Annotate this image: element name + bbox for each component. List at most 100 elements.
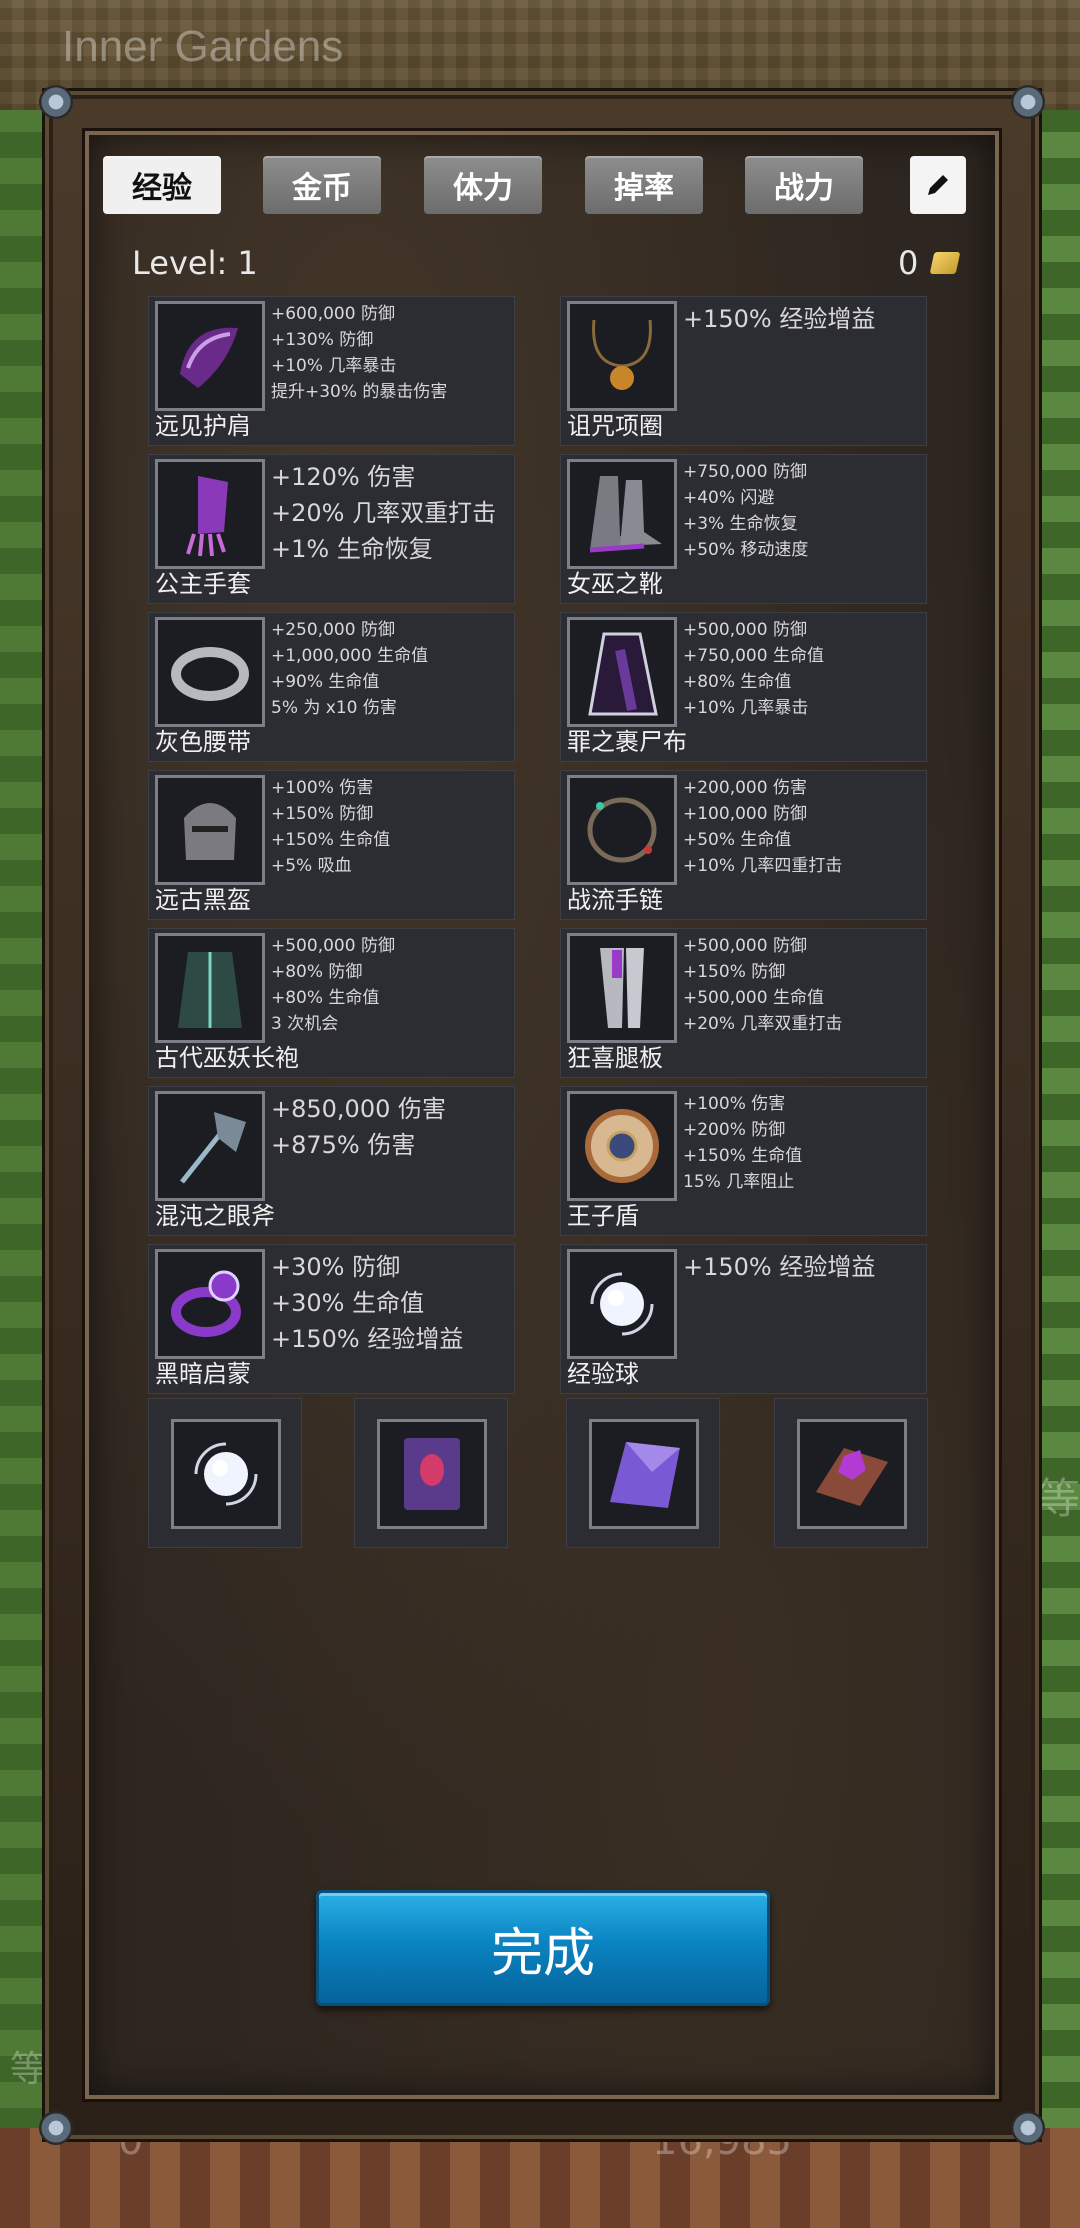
pencil-icon bbox=[928, 175, 948, 195]
lich-robe-icon bbox=[178, 952, 242, 1028]
round-shield-icon bbox=[585, 1109, 659, 1183]
stat-line: +20% 几率双重打击 bbox=[271, 499, 497, 527]
stat-line: +40% 闪避 bbox=[683, 488, 775, 508]
item-stats: +850,000 伤害 +875% 伤害 bbox=[271, 1091, 510, 1163]
purple-ring-icon bbox=[171, 1270, 241, 1337]
stat-line: +5% 吸血 bbox=[271, 856, 352, 876]
stat-line: +100% 伤害 bbox=[683, 1094, 786, 1114]
frame-corner-ornament bbox=[39, 2111, 73, 2145]
item-card[interactable]: 诅咒项圈 +150% 经验增益 bbox=[560, 296, 927, 446]
stat-line: +150% 生命值 bbox=[683, 1146, 803, 1166]
stat-line: +750,000 防御 bbox=[683, 462, 807, 482]
stat-line: +500,000 防御 bbox=[683, 620, 807, 640]
coin-count: 0 bbox=[898, 244, 919, 282]
tab-stamina[interactable]: 体力 bbox=[424, 156, 542, 214]
stat-line: 3 次机会 bbox=[271, 1014, 339, 1034]
inventory-slot[interactable] bbox=[566, 1398, 720, 1548]
item-stats: +100% 伤害 +150% 防御 +150% 生命值 +5% 吸血 bbox=[271, 775, 510, 879]
item-name: 王子盾 bbox=[567, 1202, 639, 1230]
item-stats: +750,000 防御 +40% 闪避 +3% 生命恢复 +50% 移动速度 bbox=[683, 459, 922, 563]
stat-line: +10% 几率暴击 bbox=[683, 698, 809, 718]
stat-line: +150% 经验增益 bbox=[683, 305, 876, 333]
item-stats: +250,000 防御 +1,000,000 生命值 +90% 生命值 5% 为 x1… bbox=[271, 617, 510, 721]
stat-line: +120% 伤害 bbox=[271, 463, 416, 491]
edit-button[interactable] bbox=[910, 156, 966, 214]
stat-line: +80% 生命值 bbox=[683, 672, 792, 692]
item-card[interactable]: 远古黑盔 +100% 伤害 +150% 防御 +150% 生命值 +5% 吸血 bbox=[148, 770, 515, 920]
item-name: 狂喜腿板 bbox=[567, 1044, 663, 1072]
item-name: 战流手链 bbox=[567, 886, 663, 914]
stat-line: +20% 几率双重打击 bbox=[683, 1014, 843, 1034]
stat-line: 5% 为 x10 伤害 bbox=[271, 698, 397, 718]
item-card[interactable]: 王子盾 +100% 伤害 +200% 防御 +150% 生命值 15% 几率阻止 bbox=[560, 1086, 927, 1236]
stat-line: +10% 几率暴击 bbox=[271, 356, 397, 376]
item-stats: +500,000 防御 +80% 防御 +80% 生命值 3 次机会 bbox=[271, 933, 510, 1037]
grey-belt-icon bbox=[171, 647, 249, 701]
stat-line: +875% 伤害 bbox=[271, 1131, 416, 1159]
area-title: Inner Gardens bbox=[62, 22, 344, 71]
coin-icon bbox=[929, 252, 961, 274]
item-card[interactable]: 混沌之眼斧 +850,000 伤害 +875% 伤害 bbox=[148, 1086, 515, 1236]
purple-crystal-shard-icon bbox=[610, 1442, 680, 1508]
frame-corner-ornament bbox=[1011, 85, 1045, 119]
stat-line: +150% 防御 bbox=[683, 962, 786, 982]
item-name: 公主手套 bbox=[155, 570, 251, 598]
item-card[interactable]: 战流手链 +200,000 伤害 +100,000 防御 +50% 生命值 +10% 几… bbox=[560, 770, 927, 920]
item-stats: +500,000 防御 +150% 防御 +500,000 生命值 +20% 几率双重… bbox=[683, 933, 922, 1037]
chaos-axe-icon bbox=[180, 1112, 246, 1184]
exp-orb-icon bbox=[590, 1272, 654, 1336]
stat-line: +100% 伤害 bbox=[271, 778, 374, 798]
level-label: Level: 1 bbox=[132, 244, 258, 282]
stat-line: +10% 几率四重打击 bbox=[683, 856, 843, 876]
item-name: 远古黑盔 bbox=[155, 886, 251, 914]
side-label-left: 等 bbox=[10, 2049, 47, 2090]
done-button[interactable]: 完成 bbox=[316, 1890, 770, 2006]
inventory-slot[interactable] bbox=[354, 1398, 508, 1548]
stat-line: +1% 生命恢复 bbox=[271, 535, 433, 563]
item-card[interactable]: 狂喜腿板 +500,000 防御 +150% 防御 +500,000 生命值 +20% … bbox=[560, 928, 927, 1078]
stat-line: +500,000 生命值 bbox=[683, 988, 824, 1008]
frame-corner-ornament bbox=[39, 85, 73, 119]
tab-power[interactable]: 战力 bbox=[745, 156, 863, 214]
item-card[interactable]: 古代巫妖长袍 +500,000 防御 +80% 防御 +80% 生命值 3 次机会 bbox=[148, 928, 515, 1078]
side-label: 等 bbox=[1037, 1474, 1080, 1523]
item-name: 罪之裹尸布 bbox=[567, 728, 687, 756]
tab-drop-rate[interactable]: 掉率 bbox=[585, 156, 703, 214]
item-name: 古代巫妖长袍 bbox=[155, 1044, 299, 1072]
item-stats: +200,000 伤害 +100,000 防御 +50% 生命值 +10% 几率四重打… bbox=[683, 775, 922, 879]
item-name: 黑暗启蒙 bbox=[155, 1360, 251, 1388]
stat-line: +50% 生命值 bbox=[683, 830, 792, 850]
item-card[interactable]: 灰色腰带 +250,000 防御 +1,000,000 生命值 +90% 生命值 5% … bbox=[148, 612, 515, 762]
item-stats: +120% 伤害 +20% 几率双重打击 +1% 生命恢复 bbox=[271, 459, 510, 567]
item-name: 远见护肩 bbox=[155, 412, 251, 440]
purple-pauldron-icon bbox=[180, 327, 238, 388]
inventory-slot[interactable] bbox=[774, 1398, 928, 1548]
item-stats: +150% 经验增益 bbox=[683, 1249, 922, 1285]
exp-orb-icon bbox=[194, 1442, 258, 1506]
item-name: 女巫之靴 bbox=[567, 570, 663, 598]
stat-line: +200,000 伤害 bbox=[683, 778, 807, 798]
inventory-slot[interactable] bbox=[148, 1398, 302, 1548]
item-card[interactable]: 远见护肩 +600,000 防御 +130% 防御 +10% 几率暴击 提升+30% 的… bbox=[148, 296, 515, 446]
cursed-necklace-icon bbox=[592, 319, 652, 390]
tab-exp[interactable]: 经验 bbox=[103, 156, 221, 214]
stat-line: +30% 生命值 bbox=[271, 1289, 425, 1317]
stat-line: +150% 经验增益 bbox=[683, 1253, 876, 1281]
stat-line: +750,000 生命值 bbox=[683, 646, 824, 666]
stat-line: +1,000,000 生命值 bbox=[271, 646, 429, 666]
item-stats: +30% 防御 +30% 生命值 +150% 经验增益 bbox=[271, 1249, 510, 1357]
stat-line: +250,000 防御 bbox=[271, 620, 395, 640]
stat-line: +3% 生命恢复 bbox=[683, 514, 798, 534]
stat-line: +30% 防御 bbox=[271, 1253, 401, 1281]
stat-line: +130% 防御 bbox=[271, 330, 374, 350]
leg-plates-icon bbox=[600, 948, 644, 1028]
item-card[interactable]: 黑暗启蒙 +30% 防御 +30% 生命值 +150% 经验增益 bbox=[148, 1244, 515, 1394]
item-name: 经验球 bbox=[567, 1360, 639, 1388]
item-card[interactable]: 女巫之靴 +750,000 防御 +40% 闪避 +3% 生命恢复 +50% 移动速度 bbox=[560, 454, 927, 604]
item-card[interactable]: 公主手套 +120% 伤害 +20% 几率双重打击 +1% 生命恢复 bbox=[148, 454, 515, 604]
item-card[interactable]: 罪之裹尸布 +500,000 防御 +750,000 生命值 +80% 生命值 +10%… bbox=[560, 612, 927, 762]
stat-line: 15% 几率阻止 bbox=[683, 1172, 795, 1192]
item-name: 灰色腰带 bbox=[155, 728, 251, 756]
tab-gold[interactable]: 金币 bbox=[263, 156, 381, 214]
item-card[interactable]: 经验球 +150% 经验增益 bbox=[560, 1244, 927, 1394]
